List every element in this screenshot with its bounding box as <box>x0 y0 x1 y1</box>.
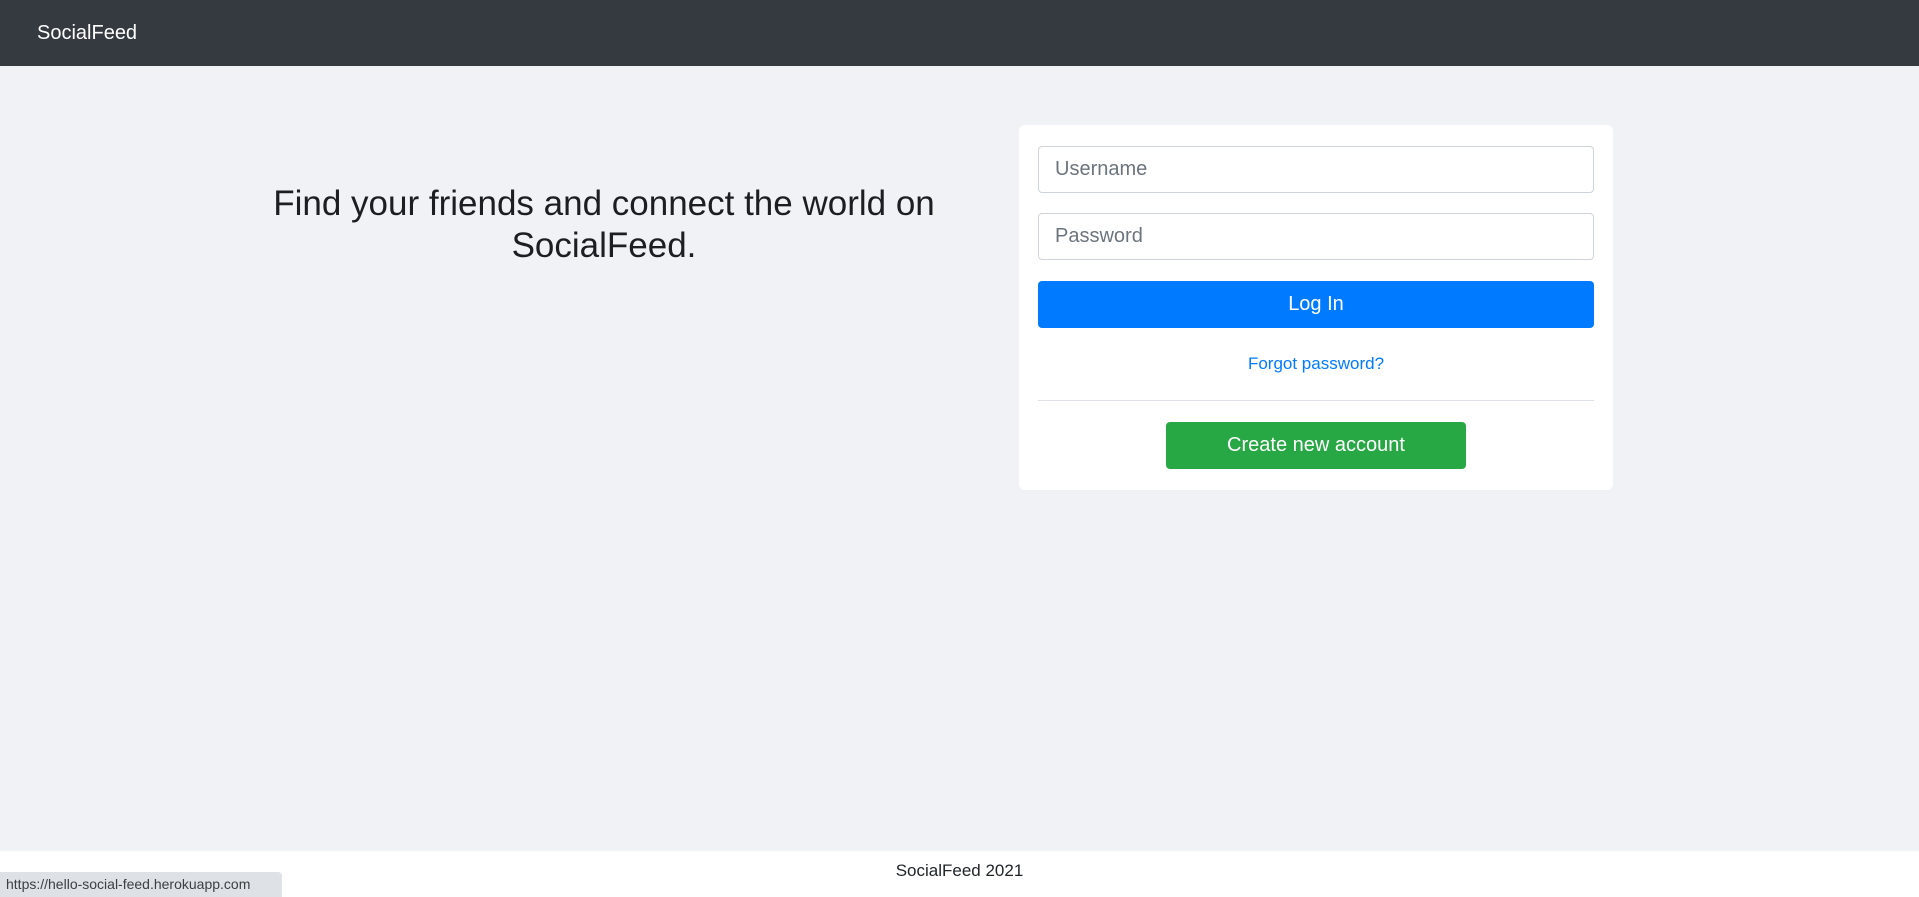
top-navbar: SocialFeed <box>0 0 1919 66</box>
brand-link[interactable]: SocialFeed <box>37 22 137 45</box>
page-footer: SocialFeed 2021 <box>0 851 1919 897</box>
hero-tagline: Find your friends and connect the world … <box>273 184 935 265</box>
username-input[interactable] <box>1038 146 1594 193</box>
password-input[interactable] <box>1038 213 1594 260</box>
footer-text: SocialFeed 2021 <box>895 861 1024 880</box>
login-card: Log In Forgot password? Create new accou… <box>1019 125 1613 490</box>
card-divider <box>1038 400 1594 401</box>
create-account-button[interactable]: Create new account <box>1166 422 1466 469</box>
forgot-password-link[interactable]: Forgot password? <box>1038 354 1594 374</box>
login-button[interactable]: Log In <box>1038 281 1594 328</box>
browser-status-url: https://hello-social-feed.herokuapp.com <box>0 872 282 897</box>
